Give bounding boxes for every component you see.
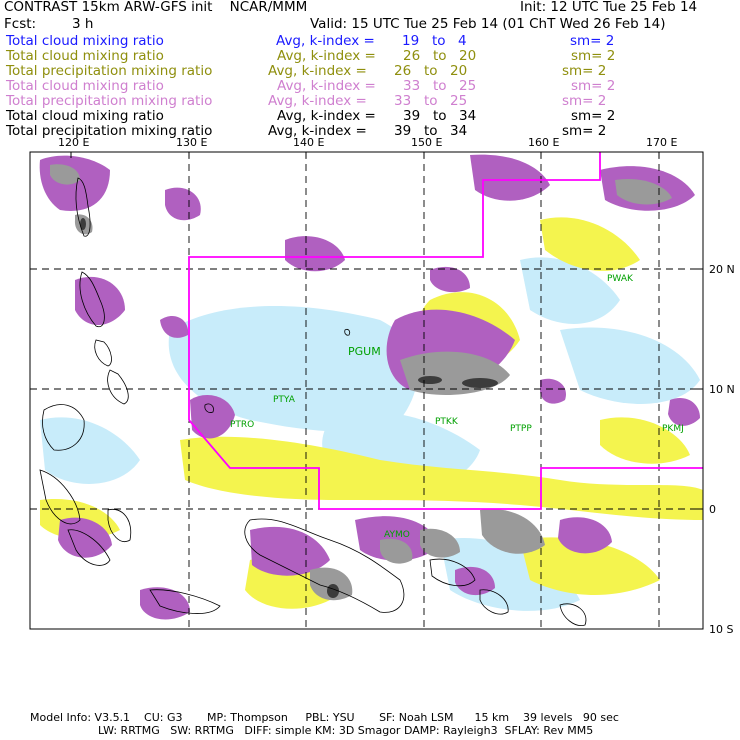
station-label: PTKK [435, 417, 459, 427]
longitude-labels: 120 E 130 E 140 E 150 E 160 E 170 E [58, 136, 677, 149]
station-label: PKMJ [662, 424, 684, 434]
station-label: PGUM [348, 345, 381, 358]
model-info-line-2: LW: RRTMG SW: RRTMG DIFF: simple KM: 3D … [98, 724, 594, 737]
lat-label: 10 S [709, 623, 733, 636]
lat-label: 10 N [709, 383, 735, 396]
lon-label: 120 E [58, 136, 89, 149]
lat-label: 20 N [709, 263, 735, 276]
station-label: PWAK [607, 274, 634, 284]
station-label: PTPP [510, 424, 532, 434]
station-label: AYMO [384, 530, 410, 540]
lon-label: 170 E [646, 136, 677, 149]
station-label: PTYA [273, 395, 296, 405]
model-info-line-1: Model Info: V3.5.1 CU: G3 MP: Thompson P… [30, 711, 619, 724]
lon-label: 150 E [411, 136, 442, 149]
lon-label: 130 E [176, 136, 207, 149]
lon-label: 140 E [293, 136, 324, 149]
station-label: PTRO [230, 420, 254, 430]
lon-label: 160 E [528, 136, 559, 149]
weather-map: 120 E 130 E 140 E 150 E 160 E 170 E 20 N… [29, 136, 735, 636]
latitude-labels: 20 N 10 N 0 10 S [709, 263, 735, 636]
lat-label: 0 [709, 503, 716, 516]
